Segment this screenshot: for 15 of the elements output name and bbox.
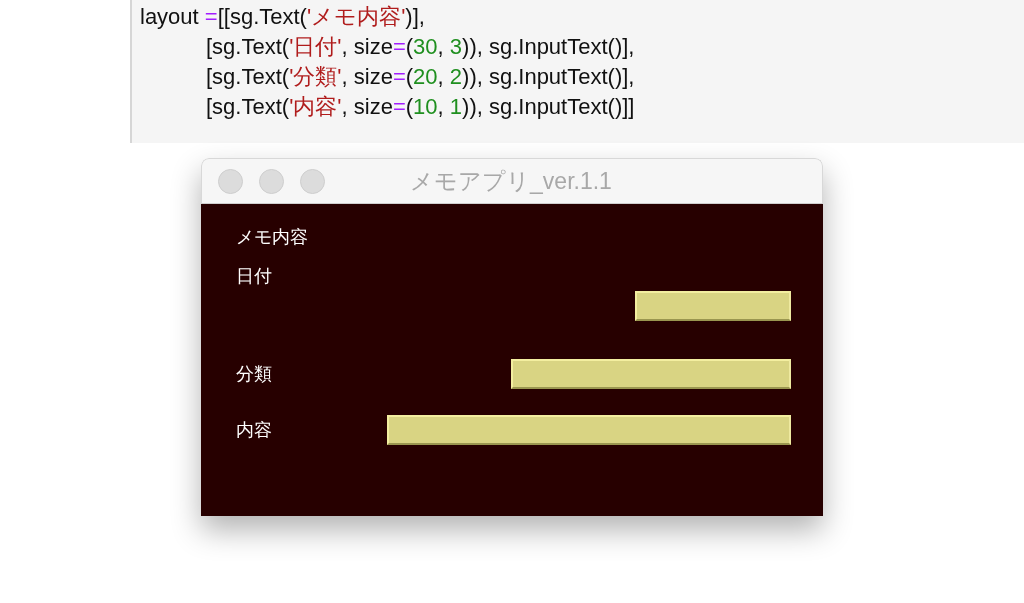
window-title: メモアプリ_ver.1.1 bbox=[409, 166, 613, 196]
field-label: 分類 bbox=[236, 363, 272, 386]
code-line: layout =[[sg.Text('メモ内容')], bbox=[140, 3, 426, 31]
field-label: 日付 bbox=[236, 265, 272, 288]
input-field[interactable] bbox=[511, 359, 791, 389]
code-line: [sg.Text('日付', size=(30, 3)), sg.InputText()], bbox=[205, 33, 636, 61]
close-button[interactable] bbox=[218, 168, 243, 194]
code-line: [sg.Text('分類', size=(20, 2)), sg.InputText()], bbox=[205, 63, 636, 91]
field-label: 内容 bbox=[236, 419, 272, 442]
input-field[interactable] bbox=[635, 291, 791, 321]
input-field[interactable] bbox=[387, 415, 791, 445]
zoom-button[interactable] bbox=[300, 168, 325, 194]
minimize-button[interactable] bbox=[259, 168, 284, 194]
heading-text: メモ内容 bbox=[236, 226, 308, 249]
code-line: [sg.Text('内容', size=(10, 1)), sg.InputText()]] bbox=[205, 93, 636, 121]
